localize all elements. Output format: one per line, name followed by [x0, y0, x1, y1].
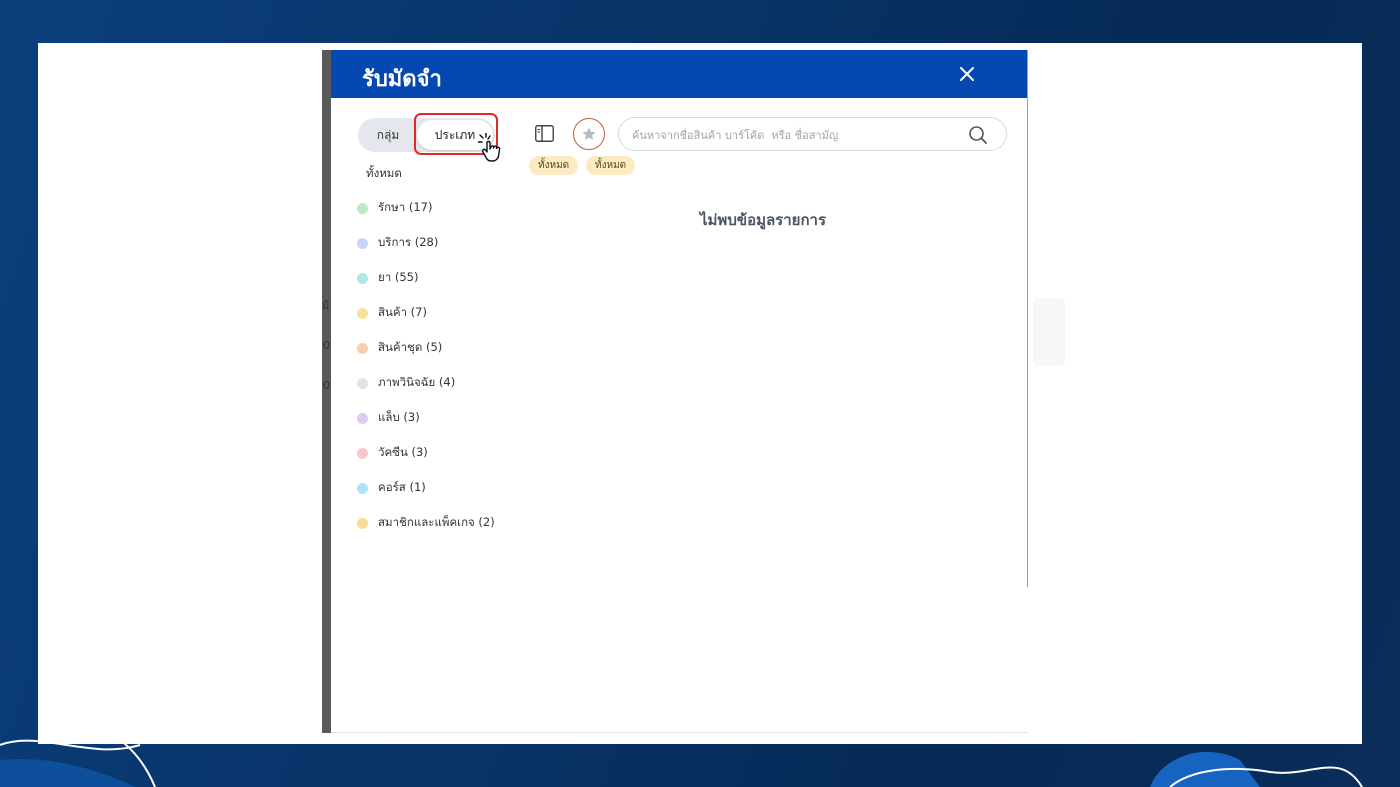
category-item[interactable]: บริการ (28)	[357, 233, 438, 253]
category-label: ภาพวินิจฉัย (4)	[378, 375, 456, 389]
empty-state-message: ไม่พบข้อมูลรายการ	[700, 211, 827, 229]
category-label: สินค้า (7)	[378, 305, 427, 319]
category-color-dot	[357, 202, 368, 214]
search-box	[618, 117, 1007, 151]
category-item[interactable]: สินค้าชุด (5)	[357, 338, 442, 358]
category-label: คอร์ส (1)	[378, 480, 426, 494]
filter-chip[interactable]: ทั้งหมด	[586, 156, 636, 175]
category-color-dot	[357, 517, 368, 529]
category-item[interactable]: ยา (55)	[357, 268, 418, 288]
modal-title: รับมัดจำ	[362, 67, 442, 92]
category-color-dot	[357, 272, 368, 284]
category-label: สมาชิกและแพ็คเกจ (2)	[378, 515, 495, 529]
category-item[interactable]: สมาชิกและแพ็คเกจ (2)	[357, 513, 495, 533]
category-item[interactable]: รักษา (17)	[357, 198, 432, 218]
sidebar-panel-icon[interactable]	[535, 125, 554, 142]
category-color-dot	[357, 342, 368, 354]
category-color-dot	[357, 482, 368, 494]
underlay-divider	[1027, 50, 1028, 587]
close-icon	[960, 67, 974, 81]
category-item[interactable]: คอร์ส (1)	[357, 478, 426, 498]
tab-group[interactable]: กลุ่ม	[358, 118, 418, 152]
category-color-dot	[357, 237, 368, 249]
search-input[interactable]	[632, 124, 962, 146]
filter-all-label[interactable]: ทั้งหมด	[366, 165, 402, 183]
category-item[interactable]: ภาพวินิจฉัย (4)	[357, 373, 455, 393]
modal-header: รับมัดจำ	[331, 50, 1027, 98]
search-icon[interactable]	[968, 125, 988, 145]
category-item[interactable]: วัคซีน (3)	[357, 443, 428, 463]
underlay-ghost-panel	[1033, 298, 1065, 366]
underlay-divider	[331, 732, 1028, 733]
category-label: ยา (55)	[378, 270, 419, 284]
hand-pointer-icon	[478, 133, 501, 162]
category-label: รักษา (17)	[378, 200, 433, 214]
star-icon	[582, 127, 596, 140]
category-label: บริการ (28)	[378, 235, 439, 249]
category-color-dot	[357, 412, 368, 424]
underlay-text-fragment: 0	[323, 339, 330, 352]
underlay-text-fragment: 0	[323, 379, 330, 392]
category-label: สินค้าชุด (5)	[378, 340, 443, 354]
favorite-button[interactable]	[573, 118, 605, 150]
category-color-dot	[357, 447, 368, 459]
filter-chip[interactable]: ทั้งหมด	[529, 156, 579, 175]
category-color-dot	[357, 307, 368, 319]
category-color-dot	[357, 377, 368, 389]
category-label: แล็บ (3)	[378, 410, 420, 424]
category-item[interactable]: สินค้า (7)	[357, 303, 427, 323]
category-item[interactable]: แล็บ (3)	[357, 408, 420, 428]
category-label: วัคซีน (3)	[378, 445, 428, 459]
deposit-modal: รับมัดจำ กลุ่ม ประเภท ทั้งหมด รักษา (17)…	[331, 50, 1027, 732]
close-button[interactable]	[953, 60, 981, 88]
underlay-text-fragment: ม้	[322, 299, 330, 312]
